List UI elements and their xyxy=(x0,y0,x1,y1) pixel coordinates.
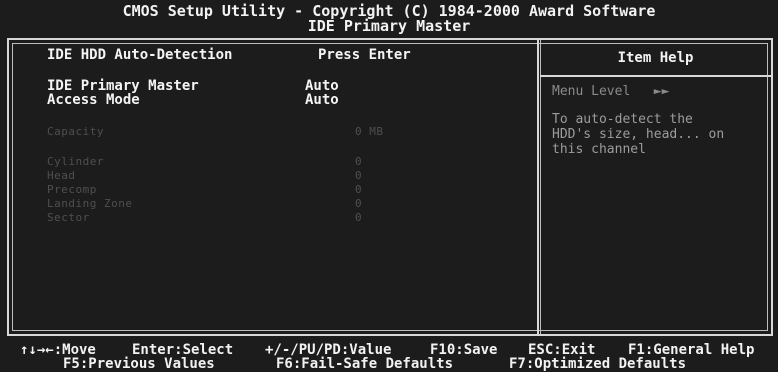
title-bar: CMOS Setup Utility - Copyright (C) 1984-… xyxy=(0,0,778,36)
help-desc-line: HDD's size, head... on xyxy=(552,127,725,142)
setting-value-head: 0 xyxy=(355,169,363,182)
page-subtitle: IDE Primary Master xyxy=(307,17,471,35)
setting-label-landing-zone: Landing Zone xyxy=(47,197,133,210)
item-help-title: Item Help xyxy=(617,50,694,66)
key-exit: ESC:Exit xyxy=(528,342,596,358)
setting-label-head: Head xyxy=(47,169,76,182)
setting-label-precomp: Precomp xyxy=(47,183,97,196)
setting-value-access-mode[interactable]: Auto xyxy=(305,93,339,108)
help-desc-line: this channel xyxy=(552,142,646,157)
setting-value-landing-zone: 0 xyxy=(355,197,363,210)
key-previous-values: F5:Previous Values xyxy=(63,356,215,372)
setting-label-hdd-auto-detection[interactable]: IDE HDD Auto-Detection xyxy=(47,48,232,63)
item-help-description: To auto-detect the HDD's size, head... o… xyxy=(552,112,777,157)
key-select: Enter:Select xyxy=(132,342,234,358)
setting-label-capacity: Capacity xyxy=(47,125,104,138)
key-general-help: F1:General Help xyxy=(628,342,755,358)
key-save: F10:Save xyxy=(430,342,498,358)
setting-value-sector: 0 xyxy=(355,211,363,224)
setting-label-sector: Sector xyxy=(47,211,90,224)
setting-value-precomp: 0 xyxy=(355,183,363,196)
help-desc-line: To auto-detect the xyxy=(552,112,693,127)
setting-label-cylinder: Cylinder xyxy=(47,155,104,168)
setting-value-hdd-auto-detection[interactable]: Press Enter xyxy=(318,48,411,63)
key-fail-safe-defaults: F6:Fail-Safe Defaults xyxy=(276,356,454,372)
panel-divider xyxy=(537,40,541,334)
setting-value-capacity: 0 MB xyxy=(355,125,384,138)
key-optimized-defaults: F7:Optimized Defaults xyxy=(509,356,687,372)
menu-level-indicator: Menu Level ►► xyxy=(552,84,670,99)
key-value: +/-/PU/PD:Value xyxy=(265,342,392,358)
key-legend: ↑↓→←:Move Enter:Select +/-/PU/PD:Value F… xyxy=(0,340,778,372)
key-move: ↑↓→←:Move xyxy=(20,342,96,358)
setting-value-cylinder: 0 xyxy=(355,155,363,168)
help-header-separator xyxy=(540,75,771,77)
setting-label-access-mode[interactable]: Access Mode xyxy=(47,93,140,108)
